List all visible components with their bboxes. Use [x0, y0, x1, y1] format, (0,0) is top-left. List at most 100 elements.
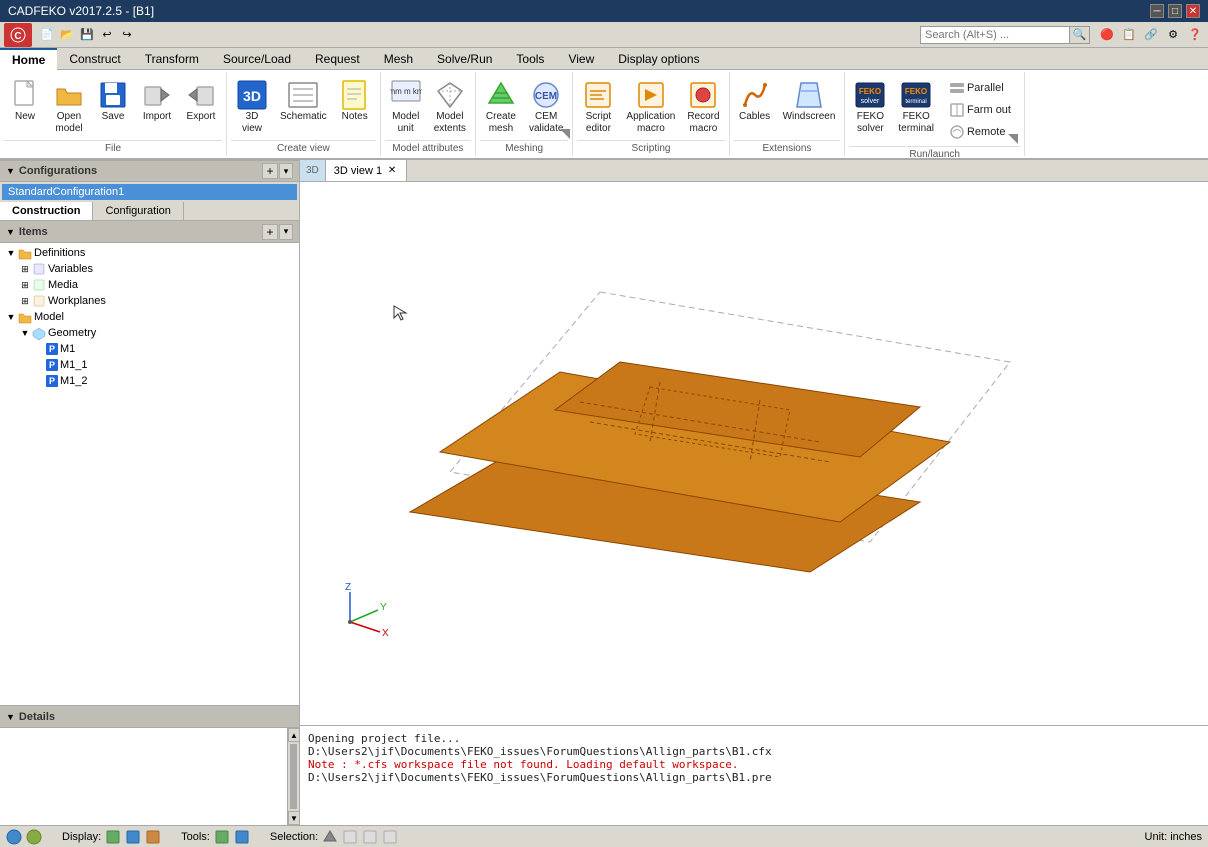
menu-transform[interactable]: Transform	[133, 48, 211, 70]
media-expand[interactable]: ⊞	[18, 278, 32, 292]
tree-item-geometry[interactable]: ▼ Geometry	[16, 325, 297, 341]
tree-item-m1-2[interactable]: ▶ P M1_2	[30, 373, 297, 389]
search-input[interactable]	[920, 26, 1070, 44]
windscreen-button[interactable]: Windscreen	[778, 76, 841, 126]
workplanes-expand[interactable]: ⊞	[18, 294, 32, 308]
view-tab-3d-view-1[interactable]: 3D view 1 ✕	[326, 160, 407, 181]
details-collapse-icon[interactable]: ▼	[6, 712, 15, 722]
tree-item-workplanes[interactable]: ⊞ Workplanes	[16, 293, 297, 309]
windscreen-icon	[793, 79, 825, 111]
tree-item-m1[interactable]: ▶ P M1	[30, 341, 297, 357]
axes-svg: X Y Z	[320, 582, 390, 642]
cables-button[interactable]: Cables	[734, 76, 776, 126]
config-item-standard[interactable]: StandardConfiguration1	[2, 184, 297, 200]
record-macro-button[interactable]: Recordmacro	[682, 76, 724, 138]
tree-item-definitions[interactable]: ▼ Definitions	[2, 245, 297, 261]
workplanes-icon	[32, 294, 46, 308]
model-expand[interactable]: ▼	[4, 310, 18, 324]
quick-open-button[interactable]: 📂	[58, 26, 76, 44]
parallel-label: Parallel	[967, 82, 1004, 94]
remote-button[interactable]: Remote	[945, 122, 1016, 142]
tab-construction[interactable]: Construction	[0, 202, 93, 220]
tree-item-model[interactable]: ▼ Model	[2, 309, 297, 325]
scroll-up-arrow[interactable]: ▲	[288, 728, 299, 742]
tree-item-variables[interactable]: ⊞ Variables	[16, 261, 297, 277]
tab-configuration[interactable]: Configuration	[93, 202, 183, 220]
feko-solver-button[interactable]: FEKOsolver FEKOsolver	[849, 76, 891, 138]
menu-source-load[interactable]: Source/Load	[211, 48, 303, 70]
log-area: Opening project file... D:\Users2\jif\Do…	[300, 725, 1208, 825]
ribbon-run-items: FEKOsolver FEKOsolver FEKOterminal FEKOt…	[849, 74, 1020, 146]
quick-save-button[interactable]: 💾	[78, 26, 96, 44]
ribbon-group-meshing: Createmesh CEM CEMvalidate Meshing	[476, 72, 573, 156]
application-macro-button[interactable]: Applicationmacro	[621, 76, 680, 138]
items-add-button[interactable]: +	[262, 224, 278, 240]
extensions-group-label: Extensions	[734, 140, 841, 154]
save-button[interactable]: Save	[92, 76, 134, 126]
toolbar-extra-3[interactable]: 🔗	[1142, 26, 1160, 44]
status-icon-2	[26, 829, 42, 845]
items-dropdown-button[interactable]: ▾	[279, 224, 293, 240]
items-collapse-icon[interactable]: ▼	[6, 227, 15, 237]
toolbar-extra-2[interactable]: 📋	[1120, 26, 1138, 44]
menu-construct[interactable]: Construct	[57, 48, 132, 70]
quickaccess-toolbar: C 📄 📂 💾 ↩ ↪ 🔍 🔴 📋 🔗 ⚙ ❓	[0, 22, 1208, 48]
open-model-button[interactable]: Openmodel	[48, 76, 90, 138]
m1-label: M1	[60, 343, 75, 355]
m1-2-p-icon: P	[46, 375, 58, 387]
3d-view-button[interactable]: 3D 3Dview	[231, 76, 273, 138]
statusbar: Display: Tools: Selection: Unit: inches	[0, 825, 1208, 847]
view-tab-close-button[interactable]: ✕	[386, 165, 398, 177]
menu-mesh[interactable]: Mesh	[372, 48, 425, 70]
cables-icon	[739, 79, 771, 111]
menu-display-options[interactable]: Display options	[606, 48, 711, 70]
export-button[interactable]: Export	[180, 76, 222, 126]
menu-solve-run[interactable]: Solve/Run	[425, 48, 504, 70]
scroll-down-arrow[interactable]: ▼	[288, 811, 299, 825]
definitions-expand[interactable]: ▼	[4, 246, 18, 260]
meshing-expand-icon[interactable]	[560, 129, 570, 142]
search-icon[interactable]: 🔍	[1070, 26, 1090, 44]
new-icon	[9, 79, 41, 111]
notes-button[interactable]: Notes	[334, 76, 376, 126]
create-mesh-button[interactable]: Createmesh	[480, 76, 522, 138]
parallel-button[interactable]: Parallel	[945, 78, 1016, 98]
run-expand-icon[interactable]	[1008, 134, 1018, 147]
model-attrs-group-label: Model attributes	[385, 140, 471, 154]
quick-new-button[interactable]: 📄	[38, 26, 56, 44]
geometry-expand[interactable]: ▼	[18, 326, 32, 340]
save-label: Save	[102, 111, 125, 123]
file-group-label: File	[4, 140, 222, 154]
feko-terminal-button[interactable]: FEKOterminal FEKOterminal	[893, 76, 939, 138]
media-label: Media	[48, 279, 78, 291]
farm-out-button[interactable]: Farm out	[945, 100, 1016, 120]
new-button[interactable]: New	[4, 76, 46, 126]
redo-button[interactable]: ↪	[118, 26, 136, 44]
config-dropdown-button[interactable]: ▾	[279, 163, 293, 179]
menu-tools[interactable]: Tools	[504, 48, 556, 70]
menu-request[interactable]: Request	[303, 48, 372, 70]
maximize-button[interactable]: □	[1168, 4, 1182, 18]
schematic-button[interactable]: Schematic	[275, 76, 332, 126]
toolbar-extra-5[interactable]: ❓	[1186, 26, 1204, 44]
script-editor-button[interactable]: Scripteditor	[577, 76, 619, 138]
toolbar-extra-4[interactable]: ⚙	[1164, 26, 1182, 44]
menu-view[interactable]: View	[556, 48, 606, 70]
toolbar-extra-1[interactable]: 🔴	[1098, 26, 1116, 44]
display-label: Display:	[62, 831, 101, 843]
undo-button[interactable]: ↩	[98, 26, 116, 44]
minimize-button[interactable]: ─	[1150, 4, 1164, 18]
config-collapse-icon[interactable]: ▼	[6, 166, 15, 176]
close-button[interactable]: ✕	[1186, 4, 1200, 18]
variables-expand[interactable]: ⊞	[18, 262, 32, 276]
model-unit-button[interactable]: mm m km Modelunit	[385, 76, 427, 138]
model-extents-button[interactable]: Modelextents	[429, 76, 471, 138]
app-menu-button[interactable]: C	[4, 23, 32, 47]
import-button[interactable]: Import	[136, 76, 178, 126]
menu-home[interactable]: Home	[0, 48, 57, 70]
tree-item-m1-1[interactable]: ▶ P M1_1	[30, 357, 297, 373]
3d-viewport[interactable]: X Y Z	[300, 182, 1208, 725]
tree-item-media[interactable]: ⊞ Media	[16, 277, 297, 293]
scroll-thumb[interactable]	[290, 744, 297, 809]
config-add-button[interactable]: +	[262, 163, 278, 179]
